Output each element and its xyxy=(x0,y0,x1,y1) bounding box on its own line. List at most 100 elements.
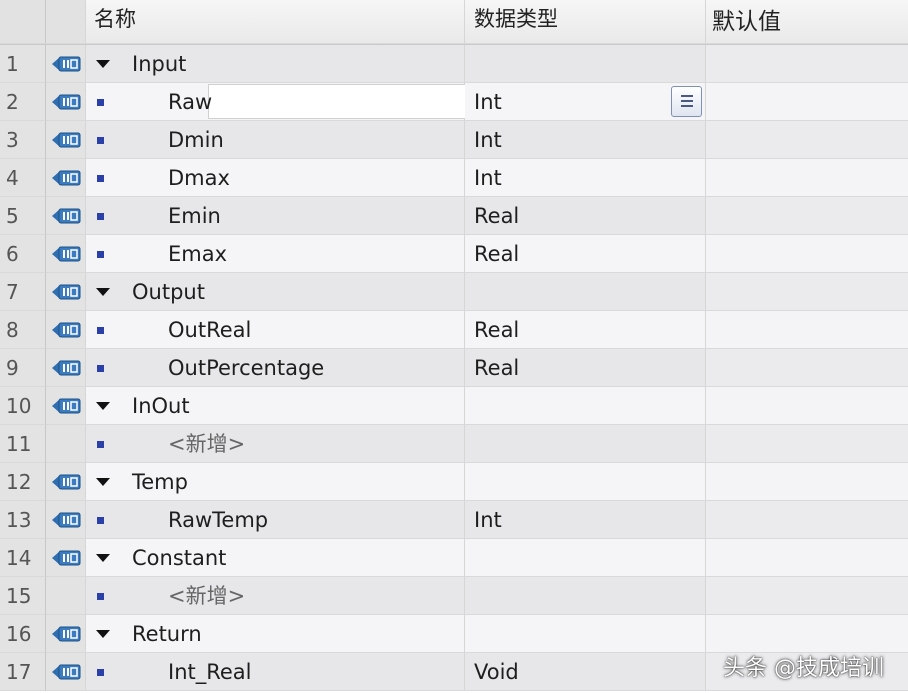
name-cell[interactable]: RawTemp xyxy=(86,501,465,539)
name-text: Output xyxy=(132,280,205,304)
expand-triangle-icon[interactable] xyxy=(96,288,110,296)
interface-io-icon xyxy=(52,246,81,262)
datatype-cell[interactable]: Int xyxy=(465,501,706,539)
name-cell[interactable]: Dmax xyxy=(86,159,465,197)
default-value-cell[interactable] xyxy=(706,387,908,425)
datatype-cell[interactable]: Real xyxy=(465,349,706,387)
interface-io-icon xyxy=(52,512,81,528)
default-value-cell[interactable] xyxy=(706,273,908,311)
interface-io-icon xyxy=(52,550,81,566)
default-value-cell[interactable] xyxy=(706,45,908,83)
datatype-cell[interactable]: Real xyxy=(465,311,706,349)
table-row[interactable]: 4 Dmax Int xyxy=(0,159,908,197)
row-number: 2 xyxy=(0,83,46,121)
name-cell[interactable]: Constant xyxy=(86,539,465,577)
default-value-cell[interactable] xyxy=(706,83,908,121)
datatype-cell[interactable] xyxy=(465,425,706,463)
table-row[interactable]: 7 Output xyxy=(0,273,908,311)
name-text: Return xyxy=(132,622,202,646)
table-row[interactable]: 1 Input xyxy=(0,45,908,83)
datatype-text: Real xyxy=(474,318,520,342)
datatype-cell[interactable]: Int xyxy=(465,83,706,121)
column-header-datatype[interactable]: 数据类型 xyxy=(465,0,706,44)
datatype-cell[interactable]: Int xyxy=(465,121,706,159)
name-cell[interactable]: OutPercentage xyxy=(86,349,465,387)
name-cell[interactable]: Input xyxy=(86,45,465,83)
row-icon-cell xyxy=(46,387,86,425)
table-row[interactable]: 9 OutPercentage Real xyxy=(0,349,908,387)
column-header-name[interactable]: 名称 xyxy=(86,0,465,44)
name-text: Temp xyxy=(132,470,188,494)
row-number: 13 xyxy=(0,501,46,539)
default-value-cell[interactable] xyxy=(706,121,908,159)
variable-square-icon xyxy=(97,137,104,144)
datatype-cell[interactable]: Real xyxy=(465,235,706,273)
name-cell[interactable]: <新增> xyxy=(86,425,465,463)
expand-triangle-icon[interactable] xyxy=(96,402,110,410)
table-row[interactable]: 6 Emax Real xyxy=(0,235,908,273)
datatype-text: Real xyxy=(474,356,520,380)
datatype-cell[interactable] xyxy=(465,463,706,501)
datatype-cell[interactable] xyxy=(465,615,706,653)
expand-triangle-icon[interactable] xyxy=(96,478,110,486)
expand-triangle-icon[interactable] xyxy=(96,60,110,68)
interface-io-icon xyxy=(52,626,81,642)
default-value-cell[interactable] xyxy=(706,349,908,387)
name-cell[interactable]: Return xyxy=(86,615,465,653)
name-text: <新增> xyxy=(168,584,246,608)
default-value-cell[interactable] xyxy=(706,577,908,615)
name-cell[interactable]: InOut xyxy=(86,387,465,425)
name-cell[interactable]: <新增> xyxy=(86,577,465,615)
datatype-cell[interactable] xyxy=(465,539,706,577)
datatype-cell[interactable]: Void xyxy=(465,653,706,691)
table-row[interactable]: 8 OutReal Real xyxy=(0,311,908,349)
default-value-cell[interactable] xyxy=(706,311,908,349)
type-list-button[interactable] xyxy=(671,86,702,117)
datatype-cell[interactable] xyxy=(465,273,706,311)
name-cell[interactable]: Output xyxy=(86,273,465,311)
table-row[interactable]: 13 RawTemp Int xyxy=(0,501,908,539)
column-header-default[interactable]: 默认值 xyxy=(706,0,908,44)
name-cell[interactable]: Emax xyxy=(86,235,465,273)
expand-triangle-icon[interactable] xyxy=(96,554,110,562)
default-value-cell[interactable] xyxy=(706,501,908,539)
table-row[interactable]: 15 <新增> xyxy=(0,577,908,615)
row-icon-cell xyxy=(46,463,86,501)
header-row-number-cell xyxy=(0,0,46,44)
datatype-cell[interactable]: Int xyxy=(465,159,706,197)
table-row[interactable]: 12 Temp xyxy=(0,463,908,501)
name-text: Int_Real xyxy=(168,660,252,684)
name-cell[interactable]: Int_Real xyxy=(86,653,465,691)
table-row[interactable]: 3 Dmin Int xyxy=(0,121,908,159)
name-cell[interactable]: Emin xyxy=(86,197,465,235)
default-value-cell[interactable] xyxy=(706,197,908,235)
default-value-cell[interactable] xyxy=(706,615,908,653)
default-value-cell[interactable] xyxy=(706,425,908,463)
table-row[interactable]: 14 Constant xyxy=(0,539,908,577)
name-cell[interactable]: OutReal xyxy=(86,311,465,349)
table-row[interactable]: 2 Raw Int xyxy=(0,83,908,121)
expand-triangle-icon[interactable] xyxy=(96,630,110,638)
datatype-cell[interactable]: Real xyxy=(465,197,706,235)
default-value-cell[interactable] xyxy=(706,539,908,577)
row-number: 5 xyxy=(0,197,46,235)
datatype-cell[interactable] xyxy=(465,45,706,83)
table-row[interactable]: 5 Emin Real xyxy=(0,197,908,235)
datatype-cell[interactable] xyxy=(465,387,706,425)
interface-io-icon xyxy=(52,322,81,338)
default-value-cell[interactable] xyxy=(706,235,908,273)
name-cell[interactable]: Temp xyxy=(86,463,465,501)
row-icon-cell xyxy=(46,235,86,273)
datatype-cell[interactable] xyxy=(465,577,706,615)
default-value-cell[interactable] xyxy=(706,463,908,501)
table-row[interactable]: 11 <新增> xyxy=(0,425,908,463)
table-row[interactable]: 16 Return xyxy=(0,615,908,653)
table-row[interactable]: 10 InOut xyxy=(0,387,908,425)
name-cell[interactable]: Dmin xyxy=(86,121,465,159)
datatype-text: Int xyxy=(474,508,502,532)
default-value-cell[interactable] xyxy=(706,159,908,197)
row-icon-cell xyxy=(46,349,86,387)
name-cell[interactable]: Raw xyxy=(86,83,549,121)
variable-square-icon xyxy=(97,175,104,182)
name-text: Raw xyxy=(168,90,213,114)
